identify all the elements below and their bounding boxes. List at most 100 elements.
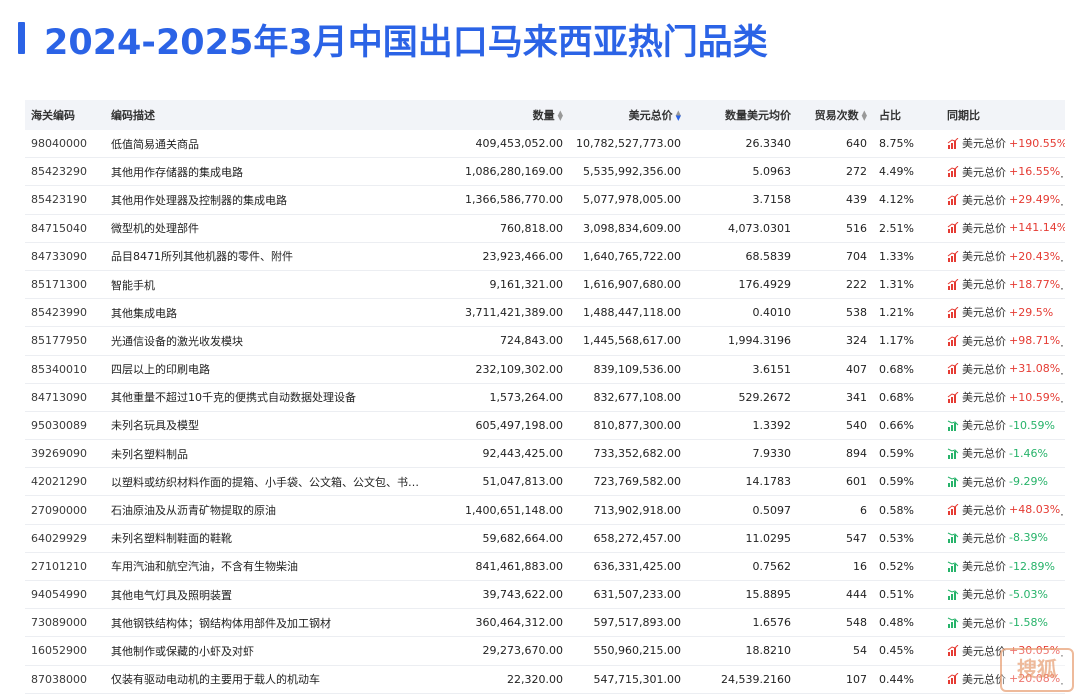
table-row[interactable]: 39269090 未列名塑料制品 92,443,425.00 733,352,682.… — [25, 439, 1065, 469]
cell-value: 636,331,425.00 — [569, 552, 687, 582]
cell-code[interactable]: 84733090 — [25, 242, 105, 271]
cell-code[interactable]: 94054990 — [25, 580, 105, 610]
cell-code[interactable]: 84713090 — [25, 383, 105, 412]
cell-code[interactable]: 27090000 — [25, 495, 105, 525]
table-row[interactable]: 84733090 品目8471所列其他机器的零件、附件 23,923,466.00 1… — [25, 242, 1065, 271]
cell-yoy: 美元总价 -8.39% — [941, 524, 1065, 553]
cell-count: 444 — [797, 580, 873, 610]
cell-value: 1,488,447,118.00 — [569, 298, 687, 328]
cell-code[interactable]: 27101210 — [25, 552, 105, 582]
table-row[interactable]: 85171300 智能手机 9,161,321.00 1,616,907,680.00… — [25, 270, 1065, 300]
table-row[interactable]: 87038000 仅装有驱动电动机的主要用于载人的机动车 22,320.00 547,… — [25, 665, 1065, 694]
cell-count: 107 — [797, 665, 873, 694]
table-row[interactable]: 94054990 其他电气灯具及照明装置 39,743,622.00 631,507,… — [25, 580, 1065, 610]
cell-value: 810,877,300.00 — [569, 411, 687, 441]
cell-avg: 0.7562 — [687, 552, 797, 582]
table-row[interactable]: 16052900 其他制作或保藏的小虾及对虾 29,273,670.00 550,96… — [25, 636, 1065, 666]
header-avg: 数量美元均价 — [687, 100, 797, 130]
trend-up-icon — [947, 504, 959, 516]
table-row[interactable]: 85340010 四层以上的印刷电路 232,109,302.00 839,109,5… — [25, 355, 1065, 384]
table-row[interactable]: 95030089 未列名玩具及模型 605,497,198.00 810,877,30… — [25, 411, 1065, 441]
sort-icon[interactable]: ▲ ▼ — [676, 110, 681, 122]
cell-count: 540 — [797, 411, 873, 441]
header-value[interactable]: 美元总价 ▲ ▼ — [569, 100, 687, 130]
cell-count: 439 — [797, 185, 873, 215]
cell-desc: 其他钢铁结构体；钢结构体用部件及加工钢材 — [105, 608, 443, 638]
cell-code[interactable]: 84715040 — [25, 214, 105, 243]
table-row[interactable]: 85423290 其他用作存储器的集成电路 1,086,280,169.00 5,53… — [25, 157, 1065, 187]
yoy-value: -5.03% — [1009, 587, 1048, 601]
cell-desc: 微型机的处理部件 — [105, 214, 443, 243]
yoy-value: -1.58% — [1009, 616, 1048, 630]
cell-avg: 1.3392 — [687, 411, 797, 441]
table-row[interactable]: 84715040 微型机的处理部件 760,818.00 3,098,834,609.… — [25, 214, 1065, 243]
sort-icon[interactable]: ▲ ▼ — [558, 110, 563, 122]
cell-desc: 石油原油及从沥青矿物提取的原油 — [105, 495, 443, 525]
table-row[interactable]: 85423990 其他集成电路 3,711,421,389.00 1,488,447,… — [25, 298, 1065, 328]
yoy-label: 美元总价 — [962, 560, 1006, 574]
table-row[interactable]: 84713090 其他重量不超过10千克的便携式自动数据处理设备 1,573,264… — [25, 383, 1065, 412]
yoy-label: 美元总价 — [962, 221, 1006, 235]
cell-code[interactable]: 85177950 — [25, 326, 105, 356]
cell-share: 0.59% — [873, 467, 941, 497]
cell-code[interactable]: 85423990 — [25, 298, 105, 328]
cell-code[interactable]: 39269090 — [25, 439, 105, 469]
table-row[interactable]: 27101210 车用汽油和航空汽油，不含有生物柴油 841,461,883.00 6… — [25, 552, 1065, 582]
cell-qty: 9,161,321.00 — [443, 270, 569, 300]
trend-up-icon — [947, 222, 959, 234]
cell-code[interactable]: 42021290 — [25, 467, 105, 497]
table-row[interactable]: 85177950 光通信设备的激光收发模块 724,843.00 1,445,568,… — [25, 326, 1065, 356]
cell-code[interactable]: 16052900 — [25, 636, 105, 666]
yoy-label: 美元总价 — [962, 391, 1006, 405]
cell-code[interactable]: 64029929 — [25, 524, 105, 553]
sort-icon[interactable]: ▲ ▼ — [862, 110, 867, 122]
table-row[interactable]: 98040000 低值简易通关商品 409,453,052.00 10,782,527… — [25, 130, 1065, 159]
cell-value: 658,272,457.00 — [569, 524, 687, 553]
cell-code[interactable]: 85423190 — [25, 185, 105, 215]
yoy-value: +18.77% — [1009, 277, 1061, 291]
cell-code[interactable]: 85340010 — [25, 355, 105, 384]
cell-code[interactable]: 95030089 — [25, 411, 105, 441]
cell-share: 4.12% — [873, 185, 941, 215]
header-qty[interactable]: 数量 ▲ ▼ — [443, 100, 569, 130]
cell-qty: 1,086,280,169.00 — [443, 157, 569, 187]
cell-share: 8.75% — [873, 130, 941, 159]
cell-yoy: 美元总价 +18.77% — [941, 270, 1065, 300]
cell-share: 0.59% — [873, 439, 941, 469]
header-count[interactable]: 贸易次数 ▲ ▼ — [797, 100, 873, 130]
yoy-value: +29.49% — [1009, 193, 1061, 207]
trend-up-icon — [947, 645, 959, 657]
cell-desc: 未列名塑料制品 — [105, 439, 443, 469]
yoy-label: 美元总价 — [962, 334, 1006, 348]
cell-code[interactable]: 85423290 — [25, 157, 105, 187]
trend-down-icon — [947, 448, 959, 459]
cell-count: 516 — [797, 214, 873, 243]
cell-avg: 3.7158 — [687, 185, 797, 215]
cell-desc: 其他集成电路 — [105, 298, 443, 328]
cell-share: 0.53% — [873, 524, 941, 553]
cell-code[interactable]: 87038000 — [25, 665, 105, 694]
cell-avg: 15.8895 — [687, 580, 797, 610]
cell-share: 0.68% — [873, 383, 941, 412]
cell-value: 723,769,582.00 — [569, 467, 687, 497]
cell-qty: 23,923,466.00 — [443, 242, 569, 271]
cell-qty: 724,843.00 — [443, 326, 569, 356]
header-share: 占比 — [873, 100, 941, 130]
cell-value: 1,640,765,722.00 — [569, 242, 687, 271]
cell-qty: 1,366,586,770.00 — [443, 185, 569, 215]
yoy-label: 美元总价 — [962, 137, 1006, 151]
cell-code[interactable]: 85171300 — [25, 270, 105, 300]
cell-code[interactable]: 73089000 — [25, 608, 105, 638]
table-row[interactable]: 64029929 未列名塑料制鞋面的鞋靴 59,682,664.00 658,272,… — [25, 524, 1065, 553]
cell-qty: 39,743,622.00 — [443, 580, 569, 610]
table-row[interactable]: 42021290 以塑料或纺织材料作面的提箱、小手袋、公文箱、公文包、书… 51,0… — [25, 467, 1065, 497]
cell-desc: 仅装有驱动电动机的主要用于载人的机动车 — [105, 665, 443, 694]
cell-qty: 51,047,813.00 — [443, 467, 569, 497]
table-row[interactable]: 27090000 石油原油及从沥青矿物提取的原油 1,400,651,148.00 7… — [25, 495, 1065, 525]
cell-share: 1.17% — [873, 326, 941, 356]
cell-desc: 以塑料或纺织材料作面的提箱、小手袋、公文箱、公文包、书… — [105, 467, 443, 497]
cell-qty: 760,818.00 — [443, 214, 569, 243]
cell-code[interactable]: 98040000 — [25, 130, 105, 159]
table-row[interactable]: 85423190 其他用作处理器及控制器的集成电路 1,366,586,770.00… — [25, 185, 1065, 215]
table-row[interactable]: 73089000 其他钢铁结构体；钢结构体用部件及加工钢材 360,464,312.… — [25, 608, 1065, 638]
